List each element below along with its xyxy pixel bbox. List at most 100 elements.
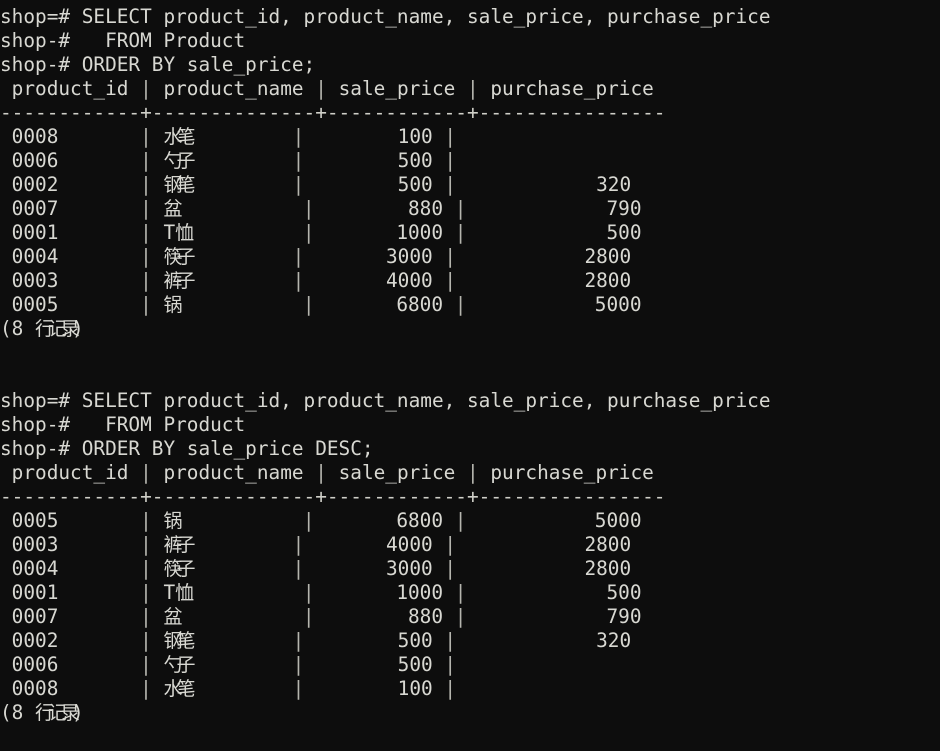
cjk-text: 锅 bbox=[163, 510, 182, 532]
column-divider: | bbox=[444, 149, 457, 172]
row-count-label-1: (8 行记录) bbox=[0, 701, 84, 724]
header-separator-text: ------------+--------------+------------… bbox=[0, 101, 666, 124]
cjk-text: 勺子 bbox=[163, 150, 195, 172]
table-separator-1: ------------+--------------+------------… bbox=[0, 485, 940, 509]
table-row: 0003 | 裤子 | 4000 | 2800 bbox=[0, 533, 643, 556]
prompt-line-0-2[interactable]: shop-# ORDER BY sale_price; bbox=[0, 53, 940, 77]
row-count-label-0: (8 行记录) bbox=[0, 317, 84, 340]
column-divider: | bbox=[292, 653, 305, 676]
prompt-line-1-0[interactable]: shop=# SELECT product_id, product_name, … bbox=[0, 389, 940, 413]
prompt-text: shop-# FROM Product bbox=[0, 29, 246, 52]
column-divider: | bbox=[444, 653, 457, 676]
prompt-line-0-1[interactable]: shop-# FROM Product bbox=[0, 29, 940, 53]
cjk-text: 盆 bbox=[163, 198, 182, 220]
column-divider: | bbox=[454, 509, 467, 532]
column-divider: | bbox=[444, 173, 457, 196]
prompt-text: shop-# ORDER BY sale_price; bbox=[0, 53, 316, 76]
table-header-row-0: product_id | product_name | sale_price |… bbox=[0, 77, 666, 100]
cjk-text: 钢笔 bbox=[163, 630, 195, 652]
cjk-text: 恤 bbox=[175, 582, 194, 604]
column-divider: | bbox=[140, 269, 152, 292]
column-divider: | bbox=[292, 149, 305, 172]
prompt-line-0-0[interactable]: shop=# SELECT product_id, product_name, … bbox=[0, 5, 940, 29]
column-divider: | bbox=[140, 677, 152, 700]
prompt-line-1-1[interactable]: shop-# FROM Product bbox=[0, 413, 940, 437]
table-row: 0007 | 盆 | 880 | 790 bbox=[0, 605, 654, 628]
table-row: 0001 | T恤 | 1000 | 500 bbox=[0, 221, 654, 244]
column-divider: | bbox=[140, 557, 152, 580]
cjk-text: 盆 bbox=[163, 606, 182, 628]
column-divider: | bbox=[444, 125, 457, 148]
cjk-text: 水笔 bbox=[163, 126, 195, 148]
column-divider: | bbox=[444, 269, 457, 292]
column-divider: | bbox=[292, 533, 305, 556]
column-divider: | bbox=[292, 629, 305, 652]
table-row: 0005 | 锅 | 6800 | 5000 bbox=[0, 509, 654, 532]
table-separator-0: ------------+--------------+------------… bbox=[0, 101, 940, 125]
cjk-text: 裤子 bbox=[163, 270, 195, 292]
column-divider: | bbox=[444, 533, 457, 556]
cjk-text: 裤子 bbox=[163, 534, 195, 556]
column-divider: | bbox=[302, 197, 315, 220]
prompt-text: shop=# SELECT product_id, product_name, … bbox=[0, 389, 771, 412]
column-divider: | bbox=[444, 629, 457, 652]
column-divider: | bbox=[292, 557, 305, 580]
table-row: 0006 | 勺子 | 500 | bbox=[0, 149, 457, 172]
column-divider: | bbox=[140, 173, 152, 196]
column-divider: | bbox=[302, 509, 315, 532]
header-separator-text: ------------+--------------+------------… bbox=[0, 485, 666, 508]
column-divider: | bbox=[292, 245, 305, 268]
column-divider: | bbox=[302, 605, 315, 628]
prompt-text: shop-# ORDER BY sale_price DESC; bbox=[0, 437, 374, 460]
prompt-text: shop=# SELECT product_id, product_name, … bbox=[0, 5, 771, 28]
table-row: 0005 | 锅 | 6800 | 5000 bbox=[0, 293, 654, 316]
column-divider: | bbox=[467, 77, 479, 100]
cjk-text: 锅 bbox=[163, 294, 182, 316]
table-row: 0002 | 钢笔 | 500 | 320 bbox=[0, 173, 643, 196]
cjk-text: 筷子 bbox=[163, 246, 195, 268]
column-divider: | bbox=[444, 557, 457, 580]
cjk-text: 筷子 bbox=[163, 558, 195, 580]
cjk-text: 勺子 bbox=[163, 654, 195, 676]
column-divider: | bbox=[140, 581, 152, 604]
column-divider: | bbox=[140, 533, 152, 556]
column-divider: | bbox=[315, 77, 327, 100]
column-divider: | bbox=[140, 653, 152, 676]
column-divider: | bbox=[454, 221, 467, 244]
column-divider: | bbox=[454, 605, 467, 628]
table-row: 0001 | T恤 | 1000 | 500 bbox=[0, 581, 654, 604]
cjk-text: 行记录 bbox=[35, 702, 80, 724]
cjk-text: 行记录 bbox=[35, 318, 80, 340]
column-divider: | bbox=[454, 581, 467, 604]
column-divider: | bbox=[444, 677, 457, 700]
column-divider: | bbox=[467, 461, 479, 484]
column-divider: | bbox=[140, 461, 152, 484]
column-divider: | bbox=[302, 293, 315, 316]
column-divider: | bbox=[292, 677, 305, 700]
column-divider: | bbox=[302, 221, 315, 244]
column-divider: | bbox=[140, 125, 152, 148]
table-row: 0002 | 钢笔 | 500 | 320 bbox=[0, 629, 643, 652]
column-divider: | bbox=[140, 245, 152, 268]
table-row: 0004 | 筷子 | 3000 | 2800 bbox=[0, 245, 643, 268]
column-divider: | bbox=[140, 509, 152, 532]
column-divider: | bbox=[140, 77, 152, 100]
prompt-text: shop-# FROM Product bbox=[0, 413, 246, 436]
table-row: 0008 | 水笔 | 100 | bbox=[0, 125, 457, 148]
column-divider: | bbox=[140, 629, 152, 652]
table-row: 0006 | 勺子 | 500 | bbox=[0, 653, 457, 676]
column-divider: | bbox=[292, 269, 305, 292]
column-divider: | bbox=[292, 125, 305, 148]
cjk-text: 水笔 bbox=[163, 678, 195, 700]
prompt-line-1-2[interactable]: shop-# ORDER BY sale_price DESC; bbox=[0, 437, 940, 461]
column-divider: | bbox=[140, 221, 152, 244]
column-divider: | bbox=[302, 581, 315, 604]
table-row: 0004 | 筷子 | 3000 | 2800 bbox=[0, 557, 643, 580]
terminal-output[interactable]: shop=# SELECT product_id, product_name, … bbox=[0, 0, 940, 751]
table-row: 0003 | 裤子 | 4000 | 2800 bbox=[0, 269, 643, 292]
column-divider: | bbox=[315, 461, 327, 484]
table-row: 0007 | 盆 | 880 | 790 bbox=[0, 197, 654, 220]
column-divider: | bbox=[454, 293, 467, 316]
column-divider: | bbox=[454, 197, 467, 220]
